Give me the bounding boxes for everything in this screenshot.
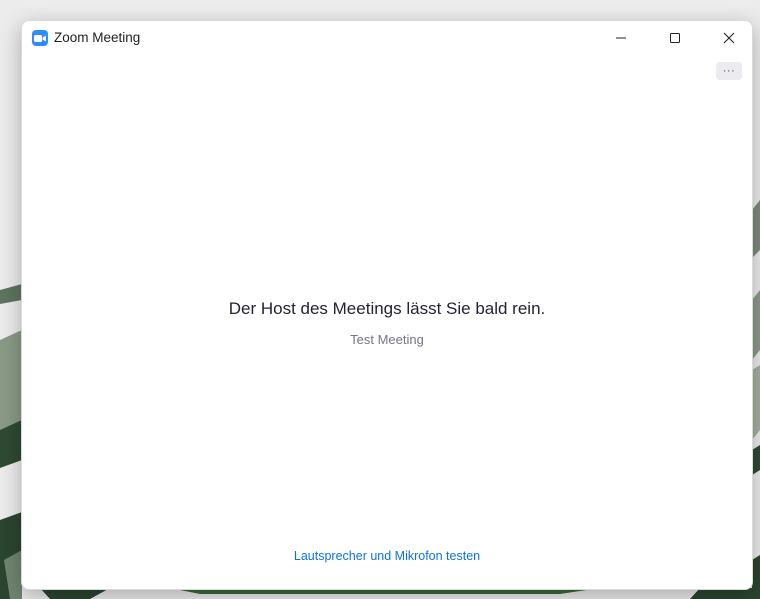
zoom-camera-icon — [32, 30, 48, 46]
maximize-button[interactable] — [652, 21, 698, 55]
test-speaker-microphone-link[interactable]: Lautsprecher und Mikrofon testen — [22, 549, 752, 563]
waiting-room-message: Der Host des Meetings lässt Sie bald rei… — [228, 299, 546, 318]
maximize-icon — [670, 33, 680, 43]
minimize-button[interactable] — [598, 21, 644, 55]
close-icon — [723, 32, 735, 44]
close-button[interactable] — [706, 21, 752, 55]
more-options-button[interactable]: ··· — [716, 62, 742, 80]
meeting-name: Test Meeting — [350, 332, 424, 347]
minimize-icon — [616, 37, 626, 39]
zoom-meeting-window: Zoom Meeting ··· Der Host des Meetings l… — [21, 20, 753, 590]
window-title: Zoom Meeting — [54, 30, 141, 45]
title-bar[interactable]: Zoom Meeting — [22, 21, 752, 55]
